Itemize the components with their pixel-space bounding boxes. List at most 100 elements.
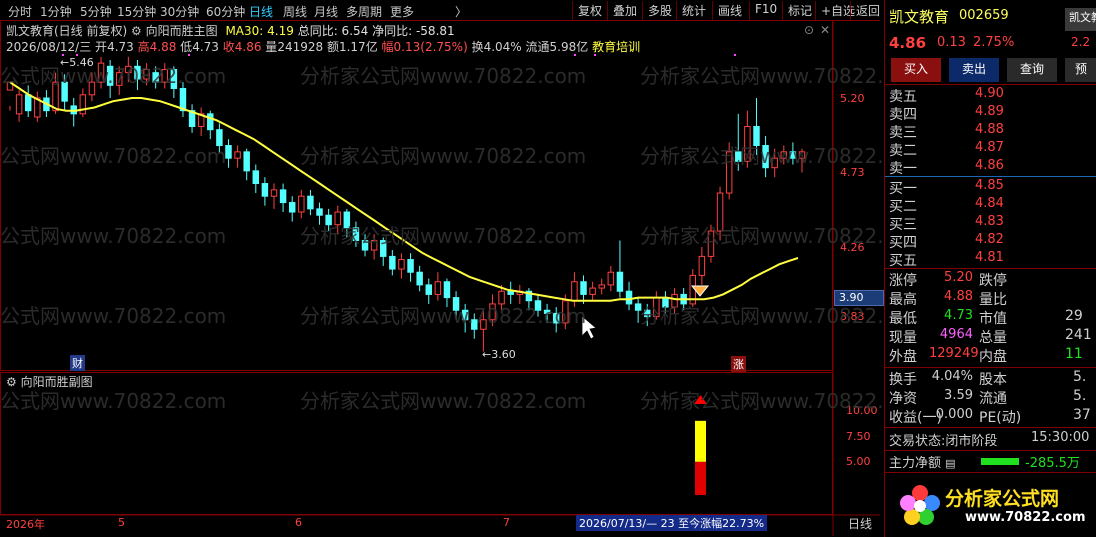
ask-row[interactable]: 卖四 4.89 bbox=[889, 104, 1089, 123]
bid-row[interactable]: 买三 4.83 bbox=[889, 214, 1089, 233]
period-tag[interactable]: 日线 bbox=[848, 515, 872, 532]
ask-row[interactable]: 卖五 4.90 bbox=[889, 86, 1089, 105]
sub-bar-red bbox=[695, 461, 706, 495]
bid-row[interactable]: 买二 4.84 bbox=[889, 196, 1089, 215]
level-price: 4.83 bbox=[975, 214, 1004, 229]
period-tab[interactable]: 月线 bbox=[314, 3, 338, 20]
period-tab[interactable]: 多周期 bbox=[346, 3, 382, 20]
preview-button[interactable]: 预 bbox=[1065, 58, 1096, 82]
more-chevron-icon[interactable]: 〉 bbox=[455, 3, 467, 20]
candle-body bbox=[735, 151, 742, 162]
candle-body bbox=[425, 284, 432, 295]
stat-cell: 241 bbox=[1065, 327, 1092, 343]
toolbar-button[interactable]: 统计 bbox=[676, 1, 711, 20]
candle-body bbox=[343, 211, 351, 229]
main-flow-label: 主力净额 ▤ bbox=[889, 456, 956, 471]
candle-body bbox=[589, 287, 596, 295]
stat-cell: 5. bbox=[1073, 388, 1087, 404]
signal-dot bbox=[734, 54, 736, 56]
toolbar-button[interactable]: F10 bbox=[749, 1, 782, 20]
ask-row[interactable]: 卖三 4.88 bbox=[889, 122, 1089, 141]
bid-row[interactable]: 买五 4.81 bbox=[889, 250, 1089, 269]
stat-cell: 净资 bbox=[889, 391, 917, 407]
candle-body bbox=[562, 300, 569, 324]
stat-cell: PE(动) bbox=[979, 410, 1022, 426]
level-label: 买五 bbox=[889, 253, 917, 269]
level-label: 卖一 bbox=[889, 161, 917, 177]
bid-row[interactable]: 买四 4.82 bbox=[889, 232, 1089, 251]
chart-header-line2: 2026/08/12/三 开4.73 高4.88 低4.73 收4.86 量24… bbox=[6, 40, 641, 54]
ask-row[interactable]: 卖一 4.86 bbox=[889, 158, 1089, 177]
chart-close-icon[interactable]: ✕ bbox=[820, 23, 830, 37]
flow-detail-icon[interactable]: ▤ bbox=[945, 457, 955, 470]
x-axis-label: 6 bbox=[295, 516, 302, 529]
stat-row: 现量 4964 总量 241 bbox=[889, 327, 1095, 346]
toolbar-button[interactable]: 多股 bbox=[642, 1, 677, 20]
sub-axis-label: 10.00 bbox=[846, 404, 878, 417]
stat-row: 净资 3.59 流通 5. bbox=[889, 388, 1095, 407]
chart-settings-icon[interactable]: ⊙ bbox=[804, 23, 814, 37]
candle-body bbox=[398, 259, 405, 270]
fin-tag[interactable]: 财 bbox=[70, 355, 85, 371]
level-label: 买一 bbox=[889, 181, 917, 197]
period-tab[interactable]: 周线 bbox=[283, 3, 307, 20]
logo-url: www.70822.com bbox=[965, 510, 1086, 525]
candle-body bbox=[134, 65, 141, 80]
stat-cell: 5.20 bbox=[944, 270, 973, 285]
period-tab[interactable]: 60分钟 bbox=[206, 3, 245, 20]
stat-cell: 5. bbox=[1073, 369, 1087, 385]
period-tab[interactable]: 更多 bbox=[390, 3, 414, 20]
period-tab[interactable]: 15分钟 bbox=[117, 3, 156, 20]
candle-body bbox=[671, 293, 678, 308]
period-tab[interactable]: 1分钟 bbox=[40, 3, 72, 20]
level-label: 卖五 bbox=[889, 89, 917, 105]
candle-body bbox=[598, 284, 605, 289]
toolbar-button[interactable]: 叠加 bbox=[607, 1, 642, 20]
period-toolbar: 分时 1分钟 5分钟 15分钟 30分钟 60分钟 日线 周线 月线 多周期 更多 〉 复权 叠加 多股 统计… bbox=[0, 0, 880, 21]
candle-body bbox=[662, 297, 669, 308]
stat-cell: 流通 bbox=[979, 391, 1007, 407]
period-tab[interactable]: 日线 bbox=[249, 3, 273, 20]
stat-cell: 涨停 bbox=[889, 273, 917, 289]
logo-text: 分析家公式网 bbox=[945, 488, 1060, 510]
chart-header-line1: 凯文教育(日线 前复权) ⚙ 向阳而胜主图 MA30: 4.19 总同比: 6.… bbox=[6, 22, 455, 39]
toolbar-button[interactable]: 标记 bbox=[782, 1, 817, 20]
side-stock-name[interactable]: 凯文教育 bbox=[1065, 8, 1096, 31]
buy-button[interactable]: 买入 bbox=[891, 58, 941, 82]
sell-button[interactable]: 卖出 bbox=[949, 58, 999, 82]
period-tab[interactable]: 5分钟 bbox=[80, 3, 112, 20]
toolbar-button[interactable]: 返回 bbox=[850, 1, 885, 20]
bid-row[interactable]: 买一 4.85 bbox=[889, 178, 1089, 197]
candle-body bbox=[97, 62, 105, 83]
period-tab[interactable]: 30分钟 bbox=[160, 3, 199, 20]
quote-pct: 2.75% bbox=[973, 35, 1015, 50]
period-tab[interactable]: 分时 bbox=[8, 3, 32, 20]
stat-row: 最高 4.88 量比 bbox=[889, 289, 1095, 308]
level-label: 买四 bbox=[889, 235, 917, 251]
candle-body bbox=[125, 65, 132, 74]
candle-body bbox=[571, 281, 578, 302]
rise-tag[interactable]: 涨 bbox=[731, 356, 746, 372]
site-logo: 分析家公式网 www.70822.com bbox=[899, 480, 1096, 536]
toolbar-button[interactable]: 复权 bbox=[572, 1, 607, 20]
query-button[interactable]: 查询 bbox=[1007, 58, 1057, 82]
ask-row[interactable]: 卖二 4.87 bbox=[889, 140, 1089, 159]
stat-cell: 现量 bbox=[889, 330, 917, 346]
stat-cell: 量比 bbox=[979, 292, 1007, 308]
main-chart[interactable] bbox=[0, 20, 880, 536]
stat-cell: 4.88 bbox=[944, 289, 973, 304]
level-price: 4.89 bbox=[975, 104, 1004, 119]
candle-body bbox=[407, 259, 414, 273]
candle-body bbox=[143, 68, 150, 80]
toolbar-button[interactable]: 画线 bbox=[712, 1, 747, 20]
indicator-gear-icon[interactable]: ⚙ bbox=[131, 24, 142, 38]
candle-body bbox=[780, 151, 788, 159]
sub-settings-icon[interactable]: ⚙ bbox=[6, 375, 17, 389]
candle-body bbox=[507, 290, 514, 295]
low-mark: ←3.60 bbox=[482, 348, 516, 361]
candle-body bbox=[461, 309, 469, 321]
candle-body bbox=[288, 202, 296, 213]
sub-axis-label: 5.00 bbox=[846, 455, 871, 468]
candle-body bbox=[316, 208, 323, 216]
stat-cell: 市值 bbox=[979, 311, 1007, 327]
